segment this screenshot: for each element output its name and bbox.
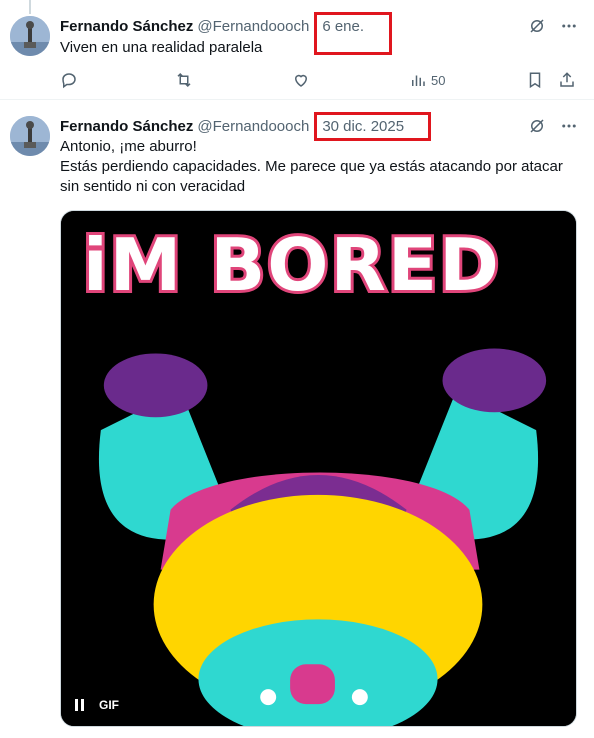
gif-media[interactable]: iM BORED GIF (60, 210, 577, 727)
tweet-top-actions (528, 17, 578, 35)
pause-icon[interactable] (75, 699, 87, 711)
gif-overlay-text: iM BORED (80, 223, 502, 307)
tweet[interactable]: Fernando Sánchez @Fernandoooch · 6 ene. … (0, 0, 594, 100)
tweet-text-line: Antonio, ¡me aburro! (60, 138, 197, 155)
more-icon[interactable] (560, 17, 578, 35)
gif-badge: GIF (99, 698, 119, 712)
thread-line (29, 0, 31, 14)
tweet-text-line: Estás perdiendo capacidades. Me parece q… (60, 158, 563, 175)
tweet-text: Viven en una realidad paralela (60, 39, 263, 56)
tweet-text-line: sin sentido ni con veracidad (60, 178, 246, 195)
bookmark-icon[interactable] (526, 71, 544, 89)
views-icon[interactable]: 50 (409, 71, 445, 89)
avatar[interactable] (10, 16, 50, 56)
tweet-actions: 50 (60, 71, 578, 91)
retweet-icon[interactable] (175, 71, 193, 89)
author-handle[interactable]: @Fernandoooch (197, 118, 309, 135)
tweet[interactable]: Fernando Sánchez @Fernandoooch · 30 dic.… (0, 101, 594, 738)
more-icon[interactable] (560, 117, 578, 135)
author-name[interactable]: Fernando Sánchez (60, 18, 193, 35)
author-handle[interactable]: @Fernandoooch (197, 18, 309, 35)
author-name[interactable]: Fernando Sánchez (60, 118, 193, 135)
gif-controls: GIF (75, 698, 119, 712)
tweet-top-actions (528, 117, 578, 135)
grok-icon[interactable] (528, 17, 546, 35)
like-icon[interactable] (292, 71, 310, 89)
grok-icon[interactable] (528, 117, 546, 135)
views-count: 50 (431, 72, 446, 88)
tweet-text: Antonio, ¡me aburro! Estás perdiendo cap… (60, 137, 576, 197)
reply-icon[interactable] (60, 71, 78, 89)
avatar[interactable] (10, 116, 50, 156)
share-icon[interactable] (558, 71, 576, 89)
